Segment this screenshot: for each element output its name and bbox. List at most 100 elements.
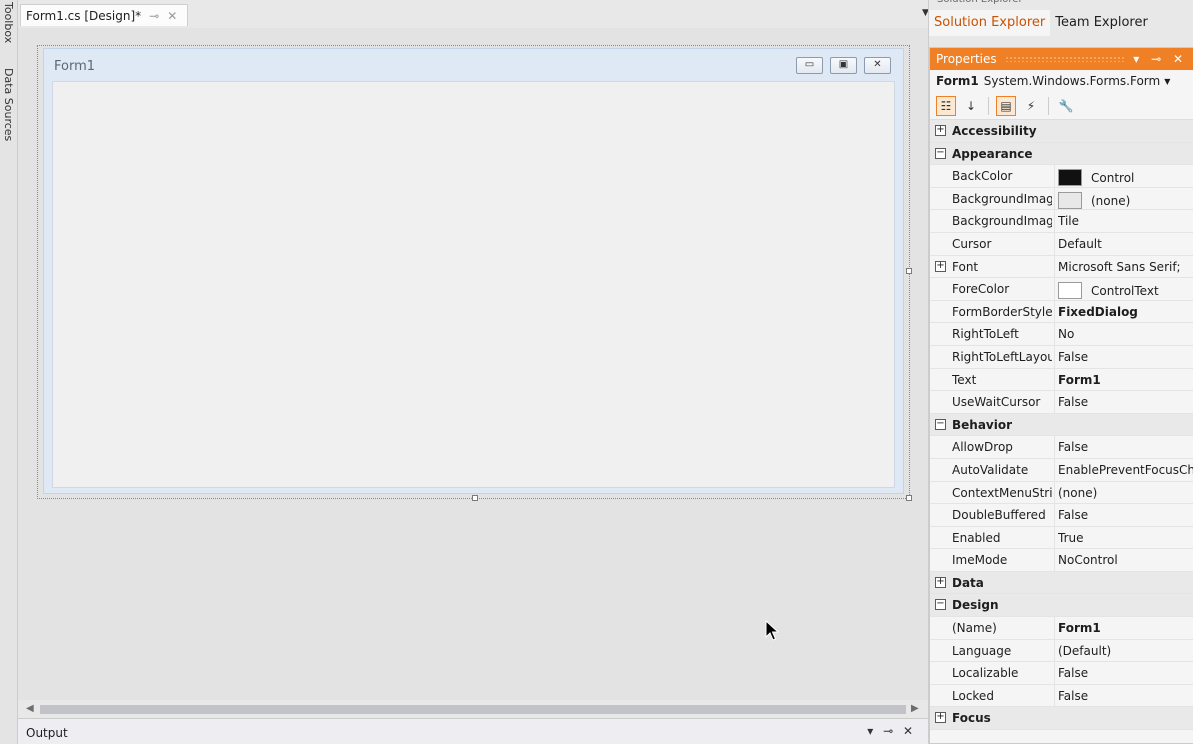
category-row[interactable]: − Appearance	[930, 142, 1193, 166]
property-row[interactable]: Locked False	[930, 684, 1193, 708]
property-value[interactable]: Form1	[1058, 373, 1193, 387]
properties-view-icon[interactable]: ▤	[996, 95, 1016, 116]
output-panel-header: Output ▾ ⊸ ✕	[18, 718, 928, 744]
output-panel-controls[interactable]: ▾ ⊸ ✕	[867, 724, 916, 738]
property-value[interactable]: False	[1058, 440, 1193, 454]
tab-solution-explorer[interactable]: Solution Explorer	[929, 10, 1051, 36]
form-window[interactable]: Form1 ▭ ▣ ✕	[43, 48, 904, 494]
property-name: Cursor	[952, 236, 992, 251]
property-row[interactable]: BackgroundImageLayout Tile	[930, 210, 1193, 233]
property-value-text: False	[1058, 688, 1089, 703]
property-value[interactable]: Microsoft Sans Serif;	[1058, 260, 1193, 274]
toolbox-tab[interactable]: Toolbox	[2, 2, 15, 43]
properties-titlebar[interactable]: Properties ▾ ⊸ ✕	[930, 48, 1193, 70]
property-row[interactable]: BackgroundImage (none)	[930, 187, 1193, 211]
collapse-icon[interactable]: −	[935, 599, 946, 611]
property-row[interactable]: UseWaitCursor False	[930, 391, 1193, 414]
category-label: Accessibility	[952, 124, 1037, 138]
collapse-icon[interactable]: −	[935, 418, 946, 430]
category-row[interactable]: − Design	[930, 594, 1193, 618]
property-row[interactable]: AutoValidate EnablePreventFocusChange	[930, 458, 1193, 482]
property-row[interactable]: ContextMenuStrip (none)	[930, 481, 1193, 505]
property-row[interactable]: ImeMode NoControl	[930, 549, 1193, 572]
property-row[interactable]: DoubleBuffered False	[930, 504, 1193, 527]
property-row[interactable]: Localizable False	[930, 662, 1193, 685]
property-row[interactable]: Text Form1	[930, 368, 1193, 392]
property-row[interactable]: (Name) Form1	[930, 617, 1193, 640]
property-name: BackColor	[952, 169, 1013, 184]
property-value[interactable]: (none)	[1058, 191, 1193, 209]
property-pages-wrench-icon[interactable]: 🔧	[1056, 96, 1076, 116]
property-value[interactable]: (Default)	[1058, 644, 1193, 658]
scroll-left-icon[interactable]: ◀	[26, 703, 34, 714]
property-value[interactable]: Form1	[1058, 621, 1193, 635]
property-value[interactable]: False	[1058, 350, 1193, 364]
expand-icon[interactable]: +	[935, 125, 946, 136]
property-value[interactable]: Control	[1058, 169, 1193, 187]
data-sources-tab[interactable]: Data Sources	[2, 68, 15, 141]
property-row[interactable]: Cursor Default	[930, 232, 1193, 256]
resize-handle-bottom[interactable]	[472, 495, 478, 501]
object-selector[interactable]: Form1 System.Windows.Forms.Form ▼	[930, 70, 1193, 92]
properties-window-controls[interactable]: ▾ ⊸ ✕	[1133, 52, 1187, 66]
property-value[interactable]: True	[1058, 531, 1193, 545]
property-value[interactable]: False	[1058, 666, 1193, 680]
property-row[interactable]: + Font Microsoft Sans Serif;	[930, 255, 1193, 279]
property-value[interactable]: False	[1058, 395, 1193, 409]
alphabetical-icon[interactable]: ↓	[961, 96, 981, 116]
expand-icon[interactable]: +	[935, 712, 946, 724]
collapse-icon[interactable]: −	[935, 147, 946, 159]
categorized-icon[interactable]: ☷	[936, 95, 956, 116]
property-value[interactable]: Default	[1058, 237, 1193, 251]
property-row[interactable]: FormBorderStyle FixedDialog	[930, 300, 1193, 324]
resize-handle-corner[interactable]	[906, 495, 912, 501]
property-row[interactable]: ForeColor ControlText	[930, 278, 1193, 301]
property-value[interactable]: NoControl	[1058, 553, 1193, 567]
property-value[interactable]: False	[1058, 508, 1193, 522]
grid-divider	[1054, 549, 1055, 571]
close-tab-icon[interactable]: ✕	[167, 9, 177, 23]
scrollbar-thumb[interactable]	[40, 705, 906, 714]
category-row[interactable]: + Data	[930, 571, 1193, 595]
document-tab-well: Form1.cs [Design]* ⊸ ✕ ▼	[18, 0, 929, 28]
property-value[interactable]: ControlText	[1058, 282, 1193, 300]
property-row[interactable]: RightToLeft No	[930, 323, 1193, 346]
resize-handle-right[interactable]	[906, 268, 912, 274]
close-button[interactable]: ✕	[864, 57, 891, 74]
property-row[interactable]: Enabled True	[930, 526, 1193, 550]
property-value[interactable]: (none)	[1058, 486, 1193, 500]
property-value[interactable]: No	[1058, 327, 1193, 341]
form-client-area[interactable]	[52, 81, 895, 488]
property-value[interactable]: False	[1058, 689, 1193, 703]
property-value-text: Default	[1058, 236, 1102, 251]
form-selection-frame[interactable]: Form1 ▭ ▣ ✕	[37, 45, 912, 501]
pin-icon[interactable]: ⊸	[149, 9, 159, 23]
maximize-button[interactable]: ▣	[830, 57, 857, 74]
horizontal-scrollbar[interactable]: ◀ ▶	[18, 700, 928, 718]
expand-icon[interactable]: +	[935, 260, 946, 272]
minimize-button[interactable]: ▭	[796, 57, 823, 74]
property-value-text: ControlText	[1091, 284, 1159, 299]
property-value[interactable]: FixedDialog	[1058, 305, 1193, 319]
property-row[interactable]: AllowDrop False	[930, 436, 1193, 459]
property-row[interactable]: RightToLeftLayout False	[930, 345, 1193, 369]
property-value[interactable]: EnablePreventFocusChange	[1058, 463, 1193, 477]
document-tab[interactable]: Form1.cs [Design]* ⊸ ✕	[20, 4, 189, 26]
tab-team-explorer[interactable]: Team Explorer	[1050, 10, 1153, 36]
design-surface[interactable]: Form1 ▭ ▣ ✕	[18, 28, 928, 700]
property-name: Localizable	[952, 666, 1019, 681]
property-name: ContextMenuStrip	[952, 485, 1052, 500]
category-row[interactable]: + Accessibility	[930, 120, 1193, 143]
category-row[interactable]: − Behavior	[930, 413, 1193, 437]
chevron-down-icon[interactable]: ▼	[1164, 77, 1170, 86]
property-row[interactable]: BackColor Control	[930, 165, 1193, 188]
property-value-text: Control	[1091, 171, 1135, 186]
property-value[interactable]: Tile	[1058, 214, 1193, 228]
property-value-text: False	[1058, 666, 1089, 681]
scroll-right-icon[interactable]: ▶	[911, 703, 919, 714]
events-lightning-icon[interactable]: ⚡	[1021, 96, 1041, 116]
expand-icon[interactable]: +	[935, 576, 946, 588]
category-row[interactable]: + Focus	[930, 707, 1193, 731]
property-row[interactable]: Language (Default)	[930, 639, 1193, 663]
property-name: DoubleBuffered	[952, 508, 1046, 523]
